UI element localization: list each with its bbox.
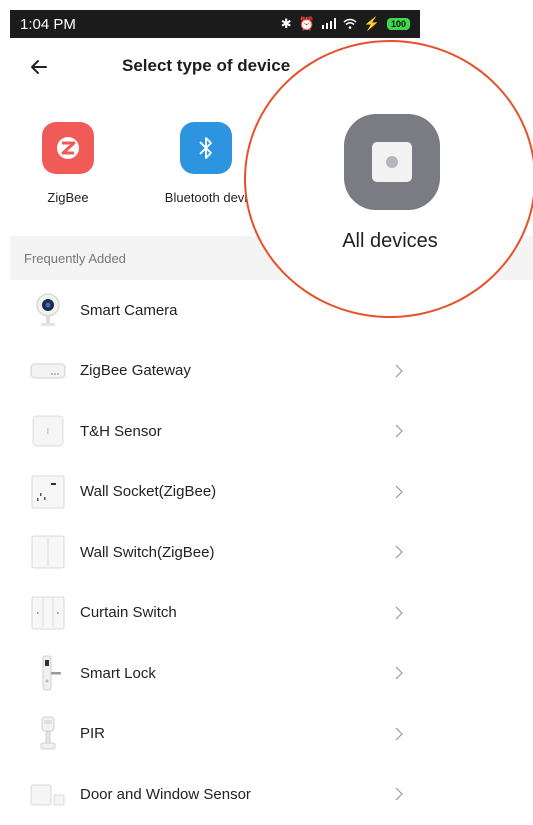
device-name: Wall Switch(ZigBee) <box>80 543 215 561</box>
list-item-wall-switch[interactable]: Wall Switch(ZigBee) <box>10 522 420 583</box>
signal-icon <box>321 17 336 32</box>
chevron-right-icon <box>395 424 403 438</box>
device-name: Wall Socket(ZigBee) <box>80 483 217 501</box>
type-zigbee-label: ZigBee <box>47 190 89 205</box>
list-item-smart-lock[interactable]: Smart Lock <box>10 643 420 704</box>
battery-indicator: 100 <box>386 18 410 30</box>
device-name: Smart Camera <box>80 301 178 319</box>
device-name: Door and Window Sensor <box>80 785 251 803</box>
type-bluetooth[interactable]: Bluetooth devi <box>156 122 256 205</box>
switch-icon <box>30 534 66 570</box>
status-icons: ✱ ⏰ ⚡ 100 <box>281 16 410 32</box>
chevron-right-icon <box>395 606 403 620</box>
list-item-th-sensor[interactable]: T&H Sensor <box>10 401 420 462</box>
list-item-wall-socket[interactable]: Wall Socket(ZigBee) <box>10 462 420 523</box>
device-name: Smart Lock <box>80 664 156 682</box>
chevron-right-icon <box>395 485 403 499</box>
back-button[interactable] <box>24 52 54 82</box>
all-devices-callout[interactable]: All devices <box>244 40 533 318</box>
chevron-right-icon <box>395 666 403 680</box>
list-item-curtain-switch[interactable]: Curtain Switch <box>10 583 420 644</box>
back-arrow-icon <box>31 60 47 74</box>
door-sensor-icon <box>30 776 66 812</box>
curtain-switch-icon <box>30 595 66 631</box>
chevron-right-icon <box>395 727 403 741</box>
camera-icon <box>30 292 66 328</box>
device-name: PIR <box>80 725 106 743</box>
chevron-right-icon <box>395 787 403 801</box>
type-zigbee[interactable]: ZigBee <box>40 122 96 205</box>
socket-icon <box>30 474 66 510</box>
chevron-right-icon <box>395 364 403 378</box>
bluetooth-icon: ✱ <box>280 16 292 31</box>
status-time: 1:04 PM <box>20 15 76 33</box>
list-item-door-window-sensor[interactable]: Door and Window Sensor <box>10 764 420 825</box>
page-title: Select type of device <box>122 56 291 75</box>
zigbee-icon <box>42 122 94 174</box>
status-bar: 1:04 PM ✱ ⏰ ⚡ 100 <box>10 10 420 38</box>
device-list: Smart Camera ZigBee Gateway T&H Sensor W… <box>10 280 420 825</box>
wifi-icon <box>343 17 357 32</box>
power-icon: ⚡ <box>363 16 380 31</box>
list-item-zigbee-gateway[interactable]: ZigBee Gateway <box>10 341 420 402</box>
all-devices-label: All devices <box>342 230 438 252</box>
all-devices-icon <box>344 114 440 210</box>
bluetooth-icon <box>180 122 232 174</box>
lock-icon <box>30 655 66 691</box>
pir-icon <box>30 716 66 752</box>
list-item-pir[interactable]: PIR <box>10 704 420 765</box>
device-name: Curtain Switch <box>80 604 177 622</box>
chevron-right-icon <box>395 545 403 559</box>
device-name: ZigBee Gateway <box>80 362 191 380</box>
section-title: Frequently Added <box>24 250 126 266</box>
type-bluetooth-label: Bluetooth devi <box>164 190 248 205</box>
alarm-icon: ⏰ <box>298 16 315 31</box>
gateway-icon <box>30 353 66 389</box>
device-name: T&H Sensor <box>80 422 162 440</box>
sensor-icon <box>30 413 66 449</box>
